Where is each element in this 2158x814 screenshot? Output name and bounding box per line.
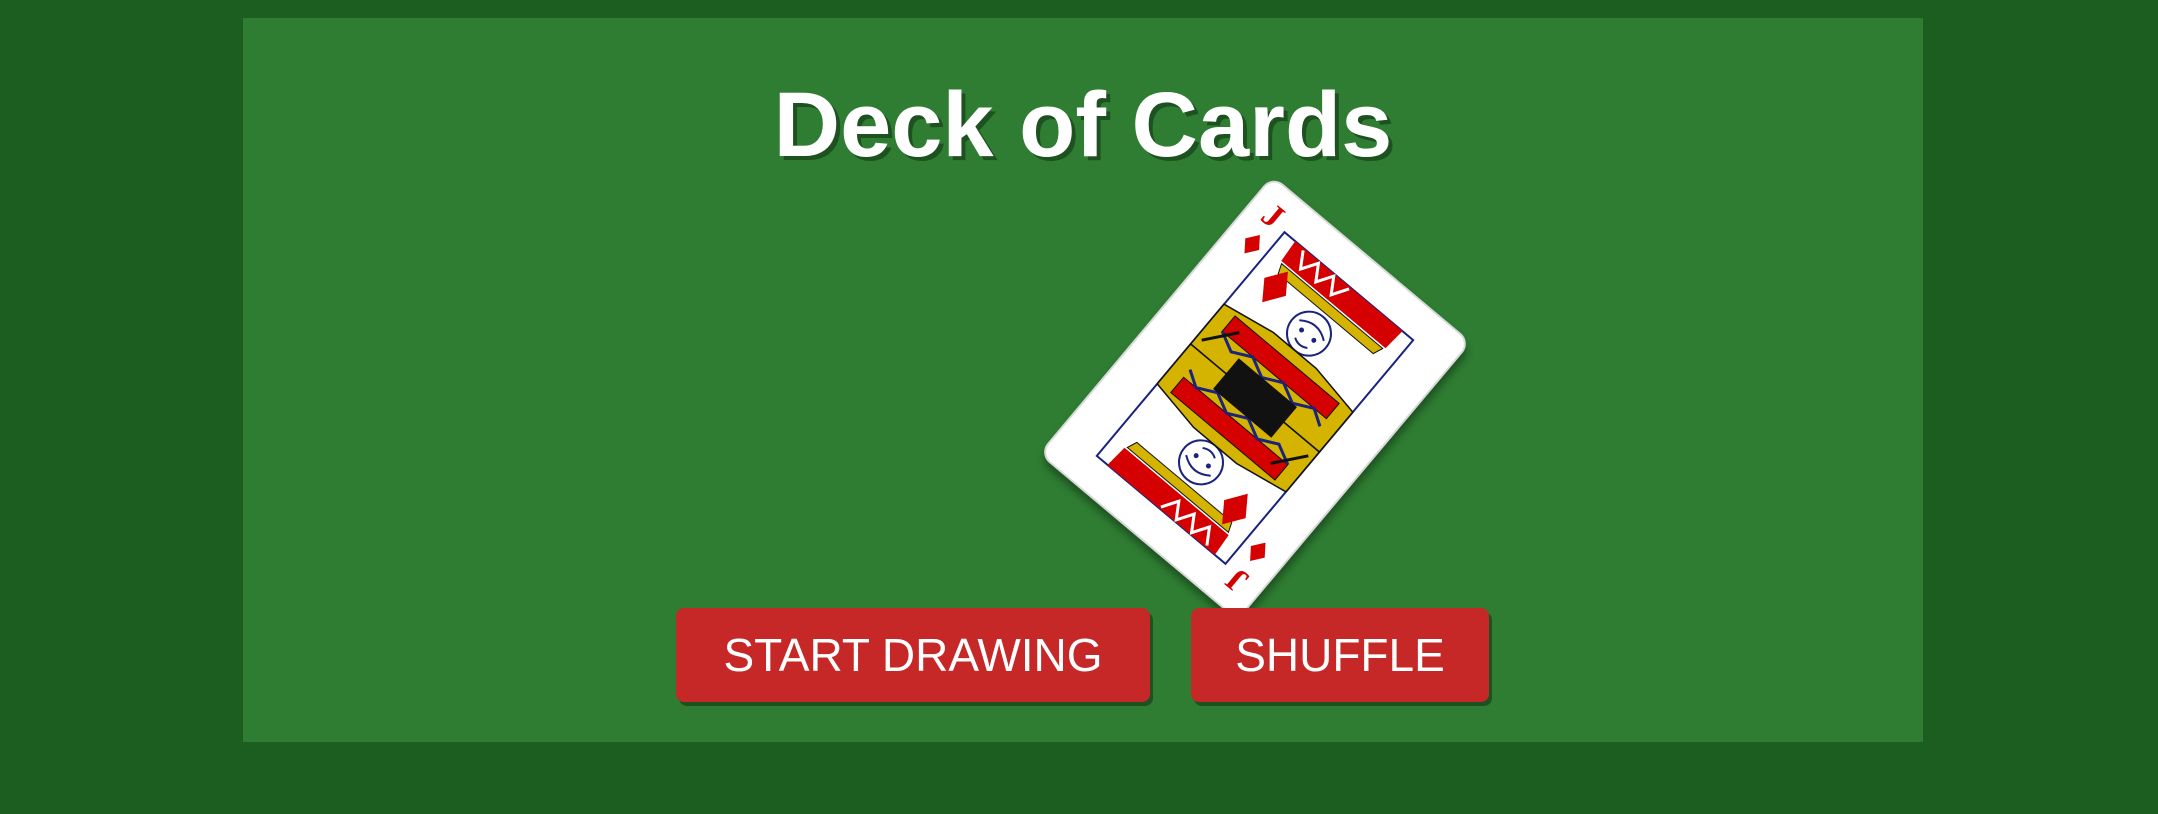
current-card[interactable]: J J [1038,175,1472,621]
start-drawing-button[interactable]: START DRAWING [676,608,1150,702]
jack-of-diamonds-card[interactable]: J J [1038,175,1472,621]
card-table: Deck of Cards J J START DRAWING SHUFFLE [243,18,1923,742]
diamond-icon [1250,542,1266,561]
page-title: Deck of Cards [773,74,1393,176]
diamond-icon [1244,235,1260,254]
action-buttons: START DRAWING SHUFFLE [243,608,1923,704]
card-rank-top: J [1254,197,1291,236]
card-face: J J [1095,197,1415,599]
shuffle-button[interactable]: SHUFFLE [1191,608,1489,702]
card-rank-bottom: J [1219,560,1256,599]
